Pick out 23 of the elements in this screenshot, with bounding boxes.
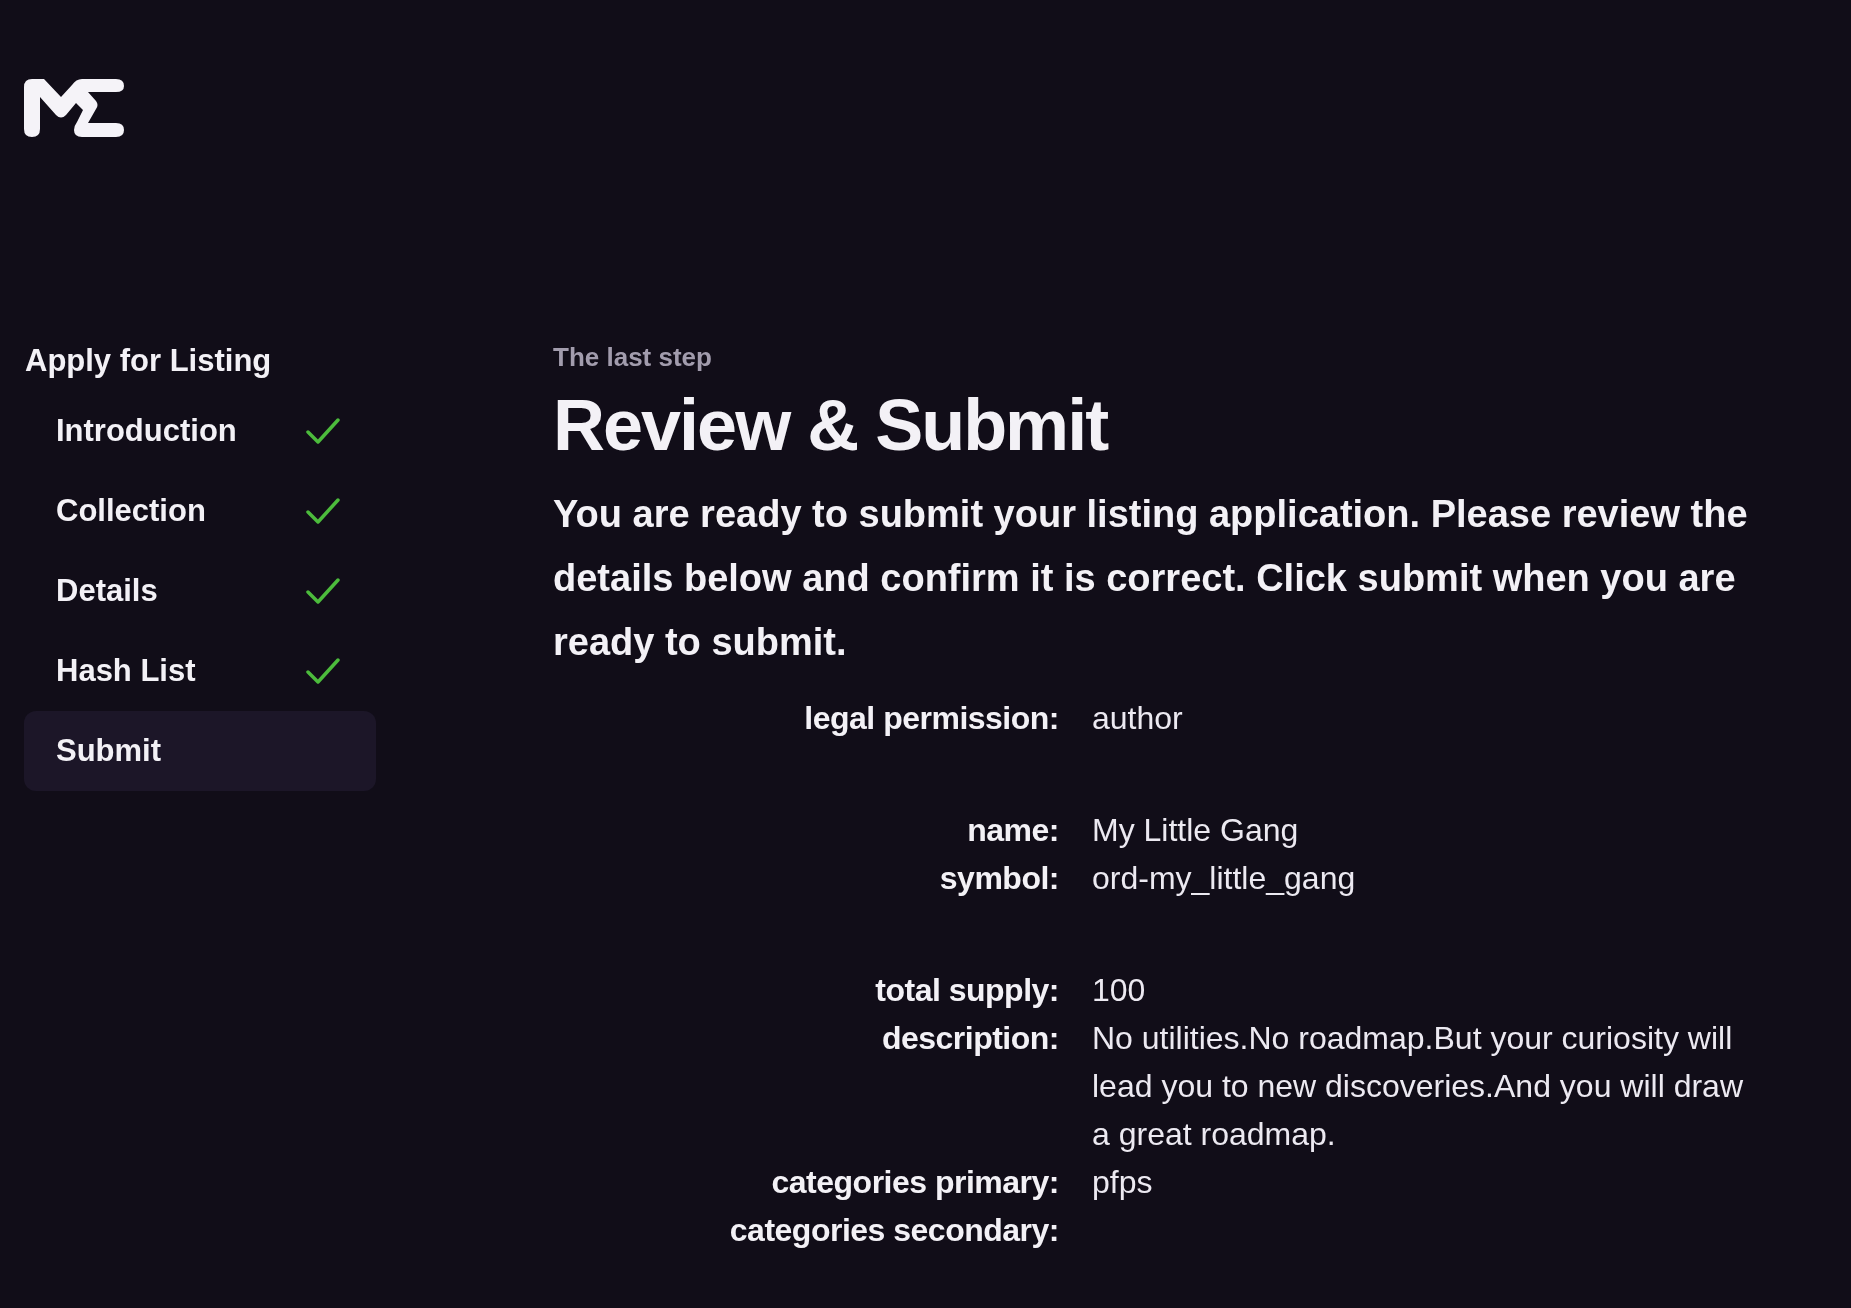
logo[interactable]: [24, 77, 124, 137]
field-value: My Little Gang: [1092, 811, 1300, 850]
step-item[interactable]: Submit: [24, 711, 376, 791]
field-label: categories secondary:: [728, 1211, 1059, 1250]
step-item[interactable]: Details: [24, 551, 376, 631]
page-title: Review & Submit: [553, 384, 1109, 467]
step-item[interactable]: Introduction: [24, 391, 376, 471]
step-item[interactable]: Hash List: [24, 631, 376, 711]
sidebar-title: Apply for Listing: [24, 342, 273, 380]
field-label: legal permission:: [803, 699, 1059, 738]
field-value: 100: [1092, 971, 1147, 1010]
field-value: ord-my_little_gang: [1092, 859, 1357, 898]
field-label: symbol:: [938, 859, 1059, 898]
eyebrow-text: The last step: [553, 341, 713, 374]
field-value: No utilities.No roadmap.But your curiosity will lead you to new discoveries.And you will draw a great roadmap.: [1092, 1019, 1744, 1154]
field-value: author: [1092, 699, 1184, 738]
step-item[interactable]: Collection: [24, 471, 376, 551]
field-label: description:: [880, 1019, 1059, 1058]
field-label: total supply:: [874, 971, 1059, 1010]
field-label: name:: [966, 811, 1059, 850]
field-value: pfps: [1092, 1163, 1154, 1202]
intro-paragraph: You are ready to submit your listing application. Please review the details below and confirm it is correct. Click submit when you are ready to submit.: [553, 492, 1748, 665]
field-label: categories primary:: [770, 1163, 1059, 1202]
